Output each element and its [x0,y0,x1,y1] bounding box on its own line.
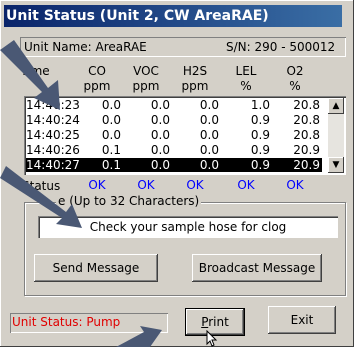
arrow-to-status-icon [116,326,162,347]
arrow-to-message-icon [0,166,82,228]
annotation-arrows [0,40,162,347]
arrow-to-readings-icon [0,40,60,110]
unit-status-window: Unit Status (Unit 2, CW AreaRAE) Unit Na… [0,0,354,347]
